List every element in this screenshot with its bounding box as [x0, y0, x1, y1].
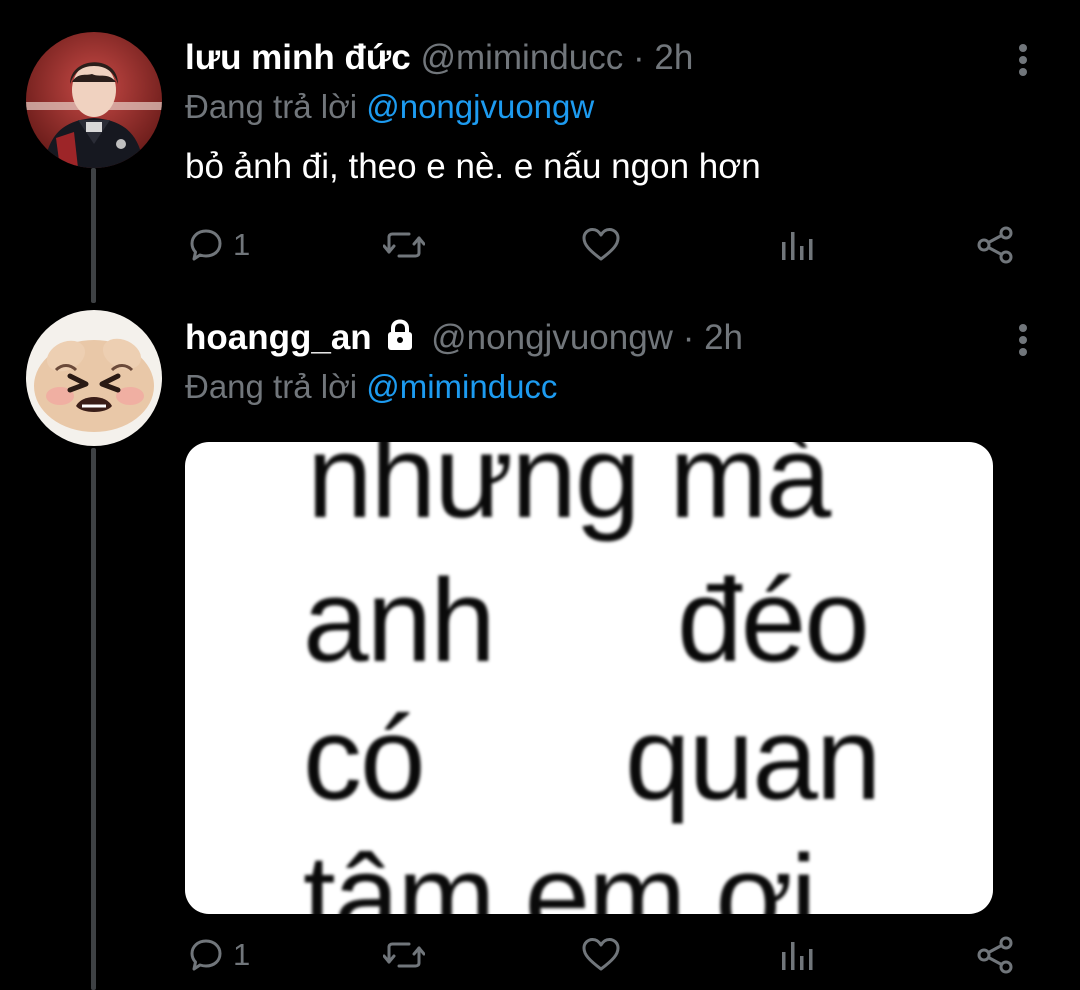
user-handle[interactable]: @miminducc [420, 38, 623, 77]
image-text-line4: tâm em ơi [303, 831, 817, 914]
tweet-actions: 1 [185, 930, 1025, 980]
replying-to-line: Đang trả lời @nongjvuongw [185, 88, 594, 126]
reply-button[interactable]: 1 [187, 220, 250, 270]
image-text-line2-left: anh [303, 555, 496, 687]
heart-icon [582, 938, 620, 971]
image-text-line1: nhưng mà [307, 442, 831, 543]
tweet-header: lưu minh đức @miminducc · 2h [185, 38, 693, 78]
retweet-icon [383, 232, 425, 258]
analytics-button[interactable] [779, 220, 815, 270]
avatar[interactable] [26, 310, 162, 446]
thread-connector-line [91, 168, 96, 303]
comment-icon [190, 229, 222, 261]
reply-button[interactable]: 1 [187, 930, 250, 980]
thread-connector-line [91, 448, 96, 990]
retweet-button[interactable] [383, 930, 425, 980]
separator: · [632, 38, 645, 77]
image-text-line3-right: quan [625, 693, 882, 825]
replying-to-line: Đang trả lời @miminducc [185, 368, 557, 406]
like-button[interactable] [581, 220, 621, 270]
lock-icon [385, 319, 415, 360]
replying-to-label: Đang trả lời [185, 368, 358, 405]
tweet-text: bỏ ảnh đi, theo e nè. e nấu ngon hơn [185, 147, 761, 186]
more-dot [1019, 336, 1027, 344]
image-text-line2-right: đéo [677, 555, 870, 687]
retweet-button[interactable] [383, 220, 425, 270]
reply-count: 1 [233, 937, 251, 972]
tweet-header: hoangg_an @nongjvuongw · 2h [185, 318, 743, 360]
more-dot [1019, 56, 1027, 64]
more-options-button[interactable] [1010, 320, 1038, 360]
comment-icon [190, 939, 222, 971]
more-options-button[interactable] [1010, 40, 1038, 80]
replying-to-label: Đang trả lời [185, 88, 358, 125]
share-icon [977, 936, 1013, 974]
reply-thread: lưu minh đức @miminducc · 2h Đang trả lờ… [0, 0, 1080, 990]
tweet-actions: 1 [185, 220, 1025, 270]
avatar[interactable] [26, 32, 162, 168]
image-text-line3-left: có [303, 693, 426, 825]
attached-image[interactable]: nhưng mà anh đéo có quan tâm em ơi [185, 442, 993, 914]
more-dot [1019, 68, 1027, 76]
timestamp[interactable]: 2h [654, 38, 693, 77]
more-dot [1019, 324, 1027, 332]
like-button[interactable] [581, 930, 621, 980]
analytics-icon [782, 942, 813, 970]
more-dot [1019, 44, 1027, 52]
analytics-icon [782, 232, 813, 260]
user-handle[interactable]: @nongjvuongw [431, 318, 673, 357]
more-dot [1019, 348, 1027, 356]
separator: · [682, 318, 695, 357]
display-name[interactable]: lưu minh đức [185, 38, 411, 77]
share-button[interactable] [975, 930, 1015, 980]
timestamp[interactable]: 2h [704, 318, 743, 357]
share-button[interactable] [975, 220, 1015, 270]
replying-to-mention[interactable]: @miminducc [366, 368, 557, 405]
crying-cartoon-icon [26, 310, 162, 446]
replying-to-mention[interactable]: @nongjvuongw [366, 88, 594, 125]
share-icon [977, 226, 1013, 264]
heart-icon [582, 228, 620, 261]
image-text: nhưng mà anh đéo có quan tâm em ơi [185, 442, 993, 914]
person-photo-icon [26, 32, 162, 168]
display-name[interactable]: hoangg_an [185, 318, 372, 357]
analytics-button[interactable] [779, 930, 815, 980]
reply-count: 1 [233, 227, 251, 262]
retweet-icon [383, 942, 425, 968]
